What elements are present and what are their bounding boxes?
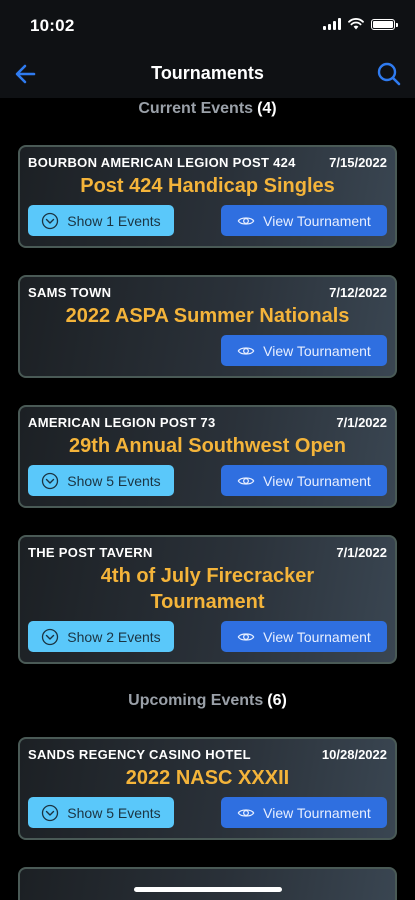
show-events-button[interactable]: Show 2 Events [28,621,174,652]
home-indicator[interactable] [133,887,282,892]
view-tournament-label: View Tournament [263,212,371,229]
section-count: (6) [267,692,287,709]
tournament-name: 2022 NASC XXXII [125,767,290,789]
cellular-signal-icon [323,18,341,30]
event-date: 7/12/2022 [329,284,387,300]
venue-name: BOURBON AMERICAN LEGION POST 424 [28,154,296,170]
view-tournament-button[interactable]: View Tournament [221,465,387,496]
tournament-name: 4th of July Firecracker Tournament [100,565,315,613]
chevron-down-circle-icon [42,628,59,645]
chevron-down-circle-icon [42,212,59,229]
eye-icon [237,346,255,355]
status-bar: 10:02 [0,0,415,50]
tournament-name: Post 424 Handicap Singles [80,175,335,197]
eye-icon [237,476,255,485]
section-label: Current Events [138,100,254,117]
event-date: 7/15/2022 [329,154,387,170]
event-list[interactable]: Current Events (4) BOURBON AMERICAN LEGIO… [0,98,415,900]
view-tournament-button[interactable]: View Tournament [221,205,387,236]
battery-icon [371,18,398,30]
tournament-card[interactable]: SAMS TOWN 7/12/2022 2022 ASPA Summer Nat… [18,275,397,378]
show-events-button[interactable]: Show 5 Events [28,797,174,828]
view-tournament-label: View Tournament [263,472,371,489]
section-label: Upcoming Events [128,692,264,709]
wifi-icon [348,18,364,30]
show-events-label: Show 5 Events [67,472,161,489]
show-events-label: Show 5 Events [67,804,161,821]
tournament-name: 2022 ASPA Summer Nationals [65,305,350,327]
page-title: Tournaments [151,63,264,83]
view-tournament-label: View Tournament [263,342,371,359]
nav-bar: Tournaments [0,50,415,98]
view-tournament-label: View Tournament [263,804,371,821]
tournaments-screen: 10:02 Tournaments Current Events (4) BOU… [0,0,415,900]
show-events-button[interactable]: Show 1 Events [28,205,174,236]
venue-name: THE POST TAVERN [28,544,153,560]
show-events-label: Show 1 Events [67,212,161,229]
eye-icon [237,632,255,641]
tournament-card[interactable]: THE POST TAVERN 7/1/2022 4th of July Fir… [18,535,397,664]
section-header-current: Current Events (4) [0,98,415,120]
view-tournament-label: View Tournament [263,628,371,645]
show-events-label: Show 2 Events [67,628,161,645]
venue-name: AMERICAN LEGION POST 73 [28,414,216,430]
eye-icon [237,216,255,225]
venue-name: SAMS TOWN [28,284,112,300]
show-events-button[interactable]: Show 5 Events [28,465,174,496]
section-header-upcoming: Upcoming Events (6) [0,690,415,712]
section-count: (4) [257,100,277,117]
event-date: 7/1/2022 [336,414,387,430]
status-icons [323,18,398,30]
chevron-down-circle-icon [42,472,59,489]
tournament-card[interactable]: SANDS REGENCY CASINO HOTEL 10/28/2022 20… [18,737,397,840]
status-time: 10:02 [30,16,75,35]
venue-name: SANDS REGENCY CASINO HOTEL [28,746,251,762]
search-icon[interactable] [375,60,403,88]
view-tournament-button[interactable]: View Tournament [221,797,387,828]
view-tournament-button[interactable]: View Tournament [221,335,387,366]
chevron-down-circle-icon [42,804,59,821]
tournament-card[interactable] [18,867,397,900]
event-date: 7/1/2022 [336,544,387,560]
tournament-card[interactable]: AMERICAN LEGION POST 73 7/1/2022 29th An… [18,405,397,508]
event-date: 10/28/2022 [321,746,387,762]
view-tournament-button[interactable]: View Tournament [221,621,387,652]
tournament-name: 29th Annual Southwest Open [68,435,347,457]
tournament-card[interactable]: BOURBON AMERICAN LEGION POST 424 7/15/20… [18,145,397,248]
eye-icon [237,808,255,817]
